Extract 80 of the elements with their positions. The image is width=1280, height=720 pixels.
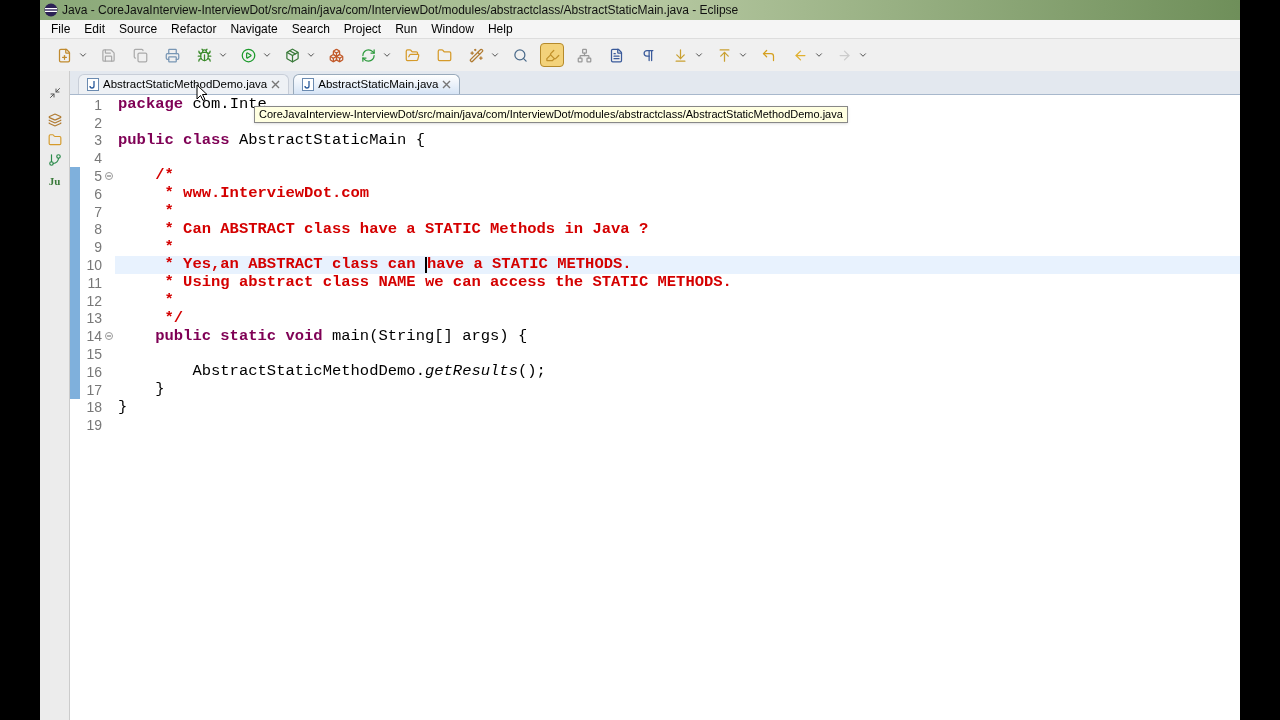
line-number: 12 (85, 293, 102, 308)
line-number: 4 (93, 151, 102, 166)
mark-occurrences-button[interactable] (540, 43, 564, 67)
code-line: * (163, 238, 175, 257)
line-number: 1 (93, 97, 102, 112)
menu-item[interactable]: Window (424, 20, 481, 38)
java-file-icon (87, 78, 99, 91)
dropdown-caret-icon[interactable] (306, 50, 316, 60)
menu-item[interactable]: Project (336, 20, 389, 38)
navigator-icon[interactable] (47, 133, 62, 147)
code-line: * www.InterviewDot.com (163, 185, 371, 203)
line-number: 8 (93, 222, 102, 237)
print-icon (164, 47, 180, 63)
editor-tab[interactable]: AbstractStaticMain.java (293, 74, 461, 94)
dropdown-caret-icon[interactable] (694, 50, 704, 60)
code-line: * (163, 291, 175, 310)
dropdown-caret-icon[interactable] (382, 50, 392, 60)
close-icon[interactable] (271, 80, 281, 89)
menu-item[interactable]: File (44, 20, 78, 38)
dropdown-caret-icon[interactable] (262, 50, 272, 60)
hierarchy-icon[interactable] (47, 153, 62, 167)
debug-icon (196, 47, 212, 63)
line-number: 13 (85, 311, 102, 326)
new-file-icon (56, 47, 72, 63)
line-number: 3 (93, 133, 102, 148)
code-line: public static void main(String[] args) { (154, 327, 529, 346)
menu-item[interactable]: Refactor (164, 20, 224, 38)
run-icon (240, 47, 256, 63)
dropdown-caret-icon[interactable] (814, 50, 824, 60)
line-number: 16 (85, 364, 102, 379)
code-editor[interactable] (70, 94, 1240, 720)
close-icon[interactable] (442, 80, 452, 89)
menu-item[interactable]: Run (388, 20, 425, 38)
menu-item[interactable]: Edit (77, 20, 113, 38)
junit-button[interactable]: Ju (48, 173, 61, 190)
code-line: /* (154, 167, 175, 185)
dropdown-caret-icon[interactable] (78, 50, 88, 60)
forward-icon (836, 47, 852, 63)
line-number: 11 (86, 275, 102, 290)
line-number: 15 (85, 347, 102, 362)
menu-item[interactable]: Navigate (223, 20, 285, 38)
code-line: } (154, 380, 166, 399)
pilcrow-icon (640, 47, 656, 63)
dropdown-caret-icon[interactable] (858, 50, 868, 60)
dropdown-caret-icon[interactable] (218, 50, 228, 60)
line-number: 19 (85, 418, 102, 433)
line-number: 17 (85, 382, 102, 397)
code-line: * (163, 202, 175, 221)
text-cursor (424, 257, 427, 274)
editor-tab[interactable]: AbstractStaticMethodDemo.java (78, 74, 290, 94)
code-line: AbstractStaticMethodDemo.getResults(); (191, 362, 547, 381)
back-icon (792, 47, 808, 63)
menu-item[interactable]: Help (480, 20, 520, 38)
menu-item[interactable]: Search (284, 20, 337, 38)
line-number: 7 (93, 204, 102, 219)
line-number: 14 (85, 329, 102, 344)
line-number: 18 (85, 400, 102, 415)
save-icon (100, 47, 116, 63)
save-all-icon (132, 47, 148, 63)
package-explorer-icon[interactable] (47, 113, 62, 127)
line-number: 2 (93, 115, 102, 130)
fold-icon[interactable] (104, 332, 113, 341)
line-number: 5 (93, 169, 102, 184)
eclipse-logo-icon (44, 3, 58, 17)
code-line: */ (163, 309, 185, 328)
line-number: 9 (93, 240, 102, 255)
code-line: public class AbstractStaticMain { (117, 131, 426, 150)
line-number: 10 (85, 258, 102, 273)
dropdown-caret-icon[interactable] (490, 50, 500, 60)
window-title: Java - CoreJavaInterview-InterviewDot/src/main/java/com/InterviewDot/modules/abstractclass/AbstractStaticMain.java - Eclipse (62, 2, 739, 19)
dropdown-caret-icon[interactable] (738, 50, 748, 60)
last-edit-icon (760, 47, 776, 63)
restore-icon[interactable] (48, 87, 61, 99)
code-line: } (117, 398, 129, 417)
menu-item[interactable]: Source (112, 20, 165, 38)
line-number: 6 (93, 186, 102, 201)
java-file-icon (302, 78, 315, 91)
code-line: * Can ABSTRACT class have a STATIC Methods in Java ? (163, 220, 650, 239)
code-line: * Using abstract class NAME we can access the STATIC METHODS. (163, 273, 733, 292)
fold-icon[interactable] (104, 172, 113, 181)
